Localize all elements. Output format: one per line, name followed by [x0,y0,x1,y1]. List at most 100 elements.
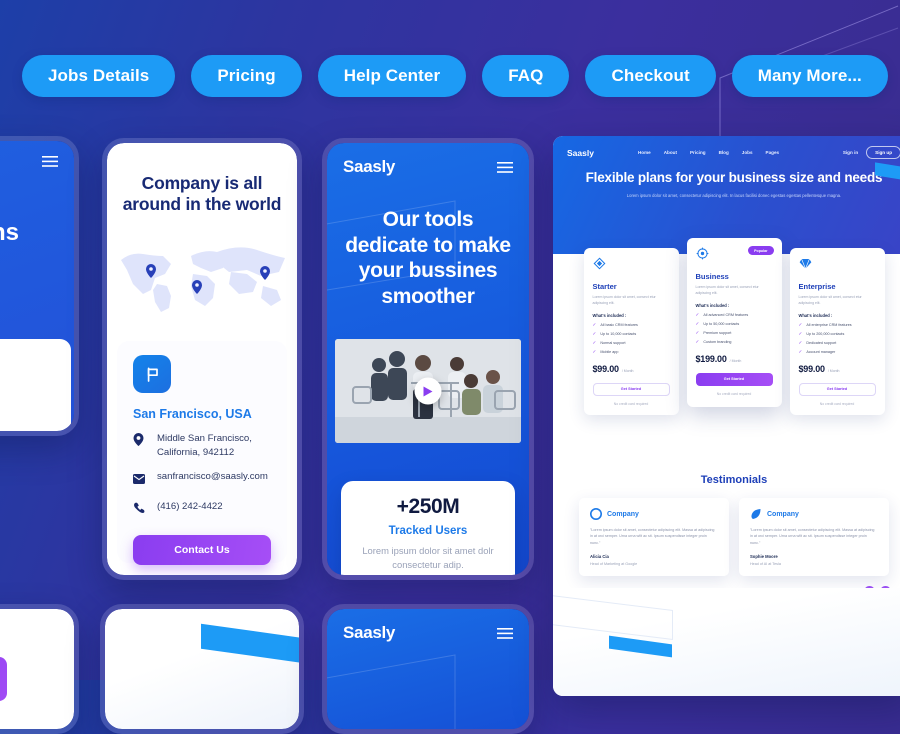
check-icon: ✓ [798,321,803,327]
testimonial-brand: Company [590,508,718,520]
testimonial-role: Head of Marketing at Google [590,561,638,566]
check-icon: ✓ [695,320,700,326]
check-icon: ✓ [695,338,700,344]
testimonials-row: Company "Lorem ipsum dolor sit amet, con… [553,498,900,576]
check-icon: ✓ [592,330,597,336]
hamburger-icon[interactable] [497,161,513,173]
company-email: sanfrancisco@saasly.com [157,471,268,483]
check-icon: ✓ [592,348,597,354]
company-phone-row[interactable]: (416) 242-4422 [133,500,271,519]
plan-price-row: $99.00 / Month [799,364,876,374]
desktop-auth-actions: Sign in Sign up [843,146,900,159]
world-map [121,247,285,312]
hero-title: Flexible plans for your business size an… [585,170,883,185]
desktop-hero: Saasly Home About Pricing Blog Jobs Page… [553,136,900,254]
nav-jobs[interactable]: Jobs [742,150,753,155]
company-address: Middle San Francisco, California, 942112 [157,433,252,458]
stat-number: +250M [396,495,460,518]
card-left-bottom-button[interactable] [0,657,7,701]
desktop-logo[interactable]: Saasly [567,148,594,158]
plan-feature: ✓ Up to 10,000 contacts [592,330,637,337]
plan-cta-button[interactable]: Get Started [798,382,876,396]
phone-card-left-bottom: cupidatat [0,604,79,734]
stat-description: Lorem ipsum dolor sit amet dolr consecte… [362,545,494,571]
diamond-outline-icon [593,257,605,270]
card-bottom-decoration [327,654,456,729]
quick-links-pill-row: Jobs Details Pricing Help Center FAQ Che… [22,55,888,97]
circle-swirl-logo-icon [590,508,602,520]
pill-many-more[interactable]: Many More... [731,55,888,97]
plan-price-row: $99.00 / Month [593,364,670,374]
nav-about[interactable]: About [664,150,677,155]
plan-note: No credit card required [819,401,855,406]
sign-up-button[interactable]: Sign up [866,146,900,159]
card-left-panel [0,339,71,431]
pill-help-center[interactable]: Help Center [317,55,467,97]
phone-card-tools: Saasly Our tools dedicate to make your b… [322,138,534,580]
company-contact-panel: San Francisco, USA Middle San Francisco,… [117,341,287,566]
diamond-solid-icon [799,258,811,270]
hamburger-icon[interactable] [42,156,58,167]
footer-line-decoration [553,594,673,640]
leaf-logo-icon [751,509,761,519]
pill-jobs-details[interactable]: Jobs Details [22,55,176,97]
company-email-row[interactable]: sanfrancisco@saasly.com [133,470,271,489]
gear-icon [696,247,708,260]
plan-feature: ✓ Premium support [695,329,732,336]
plan-period: / Month [621,368,634,373]
check-icon: ✓ [798,348,803,354]
envelope-icon [133,470,148,489]
company-address-row: Middle San Francisco, California, 942112 [133,432,271,459]
nav-home[interactable]: Home [638,150,651,155]
testimonial-brand-name: Company [767,510,799,518]
play-icon[interactable] [414,377,442,405]
phone-card-questions: estionsory cupidatat nonqui officiaanim. [0,136,79,436]
sign-in-link[interactable]: Sign in [843,150,858,155]
company-card-title: Company is all around in the world [122,173,282,215]
hero-subtitle: Lorem ipsum dolor sit amet, consectetur … [626,192,842,198]
testimonial-brand-name: Company [607,510,639,518]
pill-faq[interactable]: FAQ [482,55,570,97]
testimonial-card: Company "Lorem ipsum dolor sit amet, con… [739,498,889,576]
check-icon: ✓ [592,339,597,345]
testimonial-author: Alicia Cia [590,554,609,560]
nav-pricing[interactable]: Pricing [690,150,706,155]
plan-period: / Month [729,358,742,363]
plan-price: $99.00 [798,363,826,374]
plan-price: $199.00 [695,353,727,364]
plan-feature: ✓ Up to 200,000 contacts [798,330,845,337]
pill-pricing[interactable]: Pricing [191,55,302,97]
plan-cta-button[interactable]: Get Started [695,372,773,386]
desktop-nav-links: Home About Pricing Blog Jobs Pages [638,150,779,155]
plan-feature: ✓ All advanced CRM features [695,311,749,317]
card-tools-header: Saasly [327,143,529,177]
nav-pages[interactable]: Pages [766,150,780,155]
pricing-card-starter: Starter Lorem ipsum dolor sit amet, cons… [583,248,679,415]
location-pin-icon [133,432,148,451]
plan-cta-button[interactable]: Get Started [592,382,670,396]
pricing-cards: Starter Lorem ipsum dolor sit amet, cons… [553,238,900,415]
desktop-mockup: Saasly Home About Pricing Blog Jobs Page… [553,136,900,696]
company-city: San Francisco, USA [133,407,252,421]
check-icon: ✓ [695,329,700,335]
included-label: What's included : [798,313,833,319]
pricing-card-enterprise: Enterprise Lorem ipsum dolor sit amet, c… [789,248,885,415]
footer-blue-bar [609,635,672,658]
flag-icon [133,355,171,393]
phone-card-bottom-white [100,604,304,734]
plan-feature: ✓ All basic CRM features [592,321,638,327]
included-label: What's included : [592,313,627,319]
pill-checkout[interactable]: Checkout [585,55,716,97]
nav-blog[interactable]: Blog [719,150,729,155]
plan-feature: ✓ Up to 50,000 contacts [695,320,740,327]
plan-description: Lorem ipsum dolor sit amet, consect etur… [798,295,862,305]
testimonials-title: Testimonials [700,474,768,486]
plan-feature: ✓ Account manager [798,348,836,355]
testimonial-card: Company "Lorem ipsum dolor sit amet, con… [579,498,729,576]
plan-description: Lorem ipsum dolor sit amet, consect etur… [695,285,759,295]
contact-us-button[interactable]: Contact Us [133,535,271,566]
included-label: What's included : [695,303,730,309]
phone-card-company: Company is all around in the world San F… [102,138,302,580]
plan-price: $99.00 [592,363,620,374]
check-icon: ✓ [592,321,597,327]
